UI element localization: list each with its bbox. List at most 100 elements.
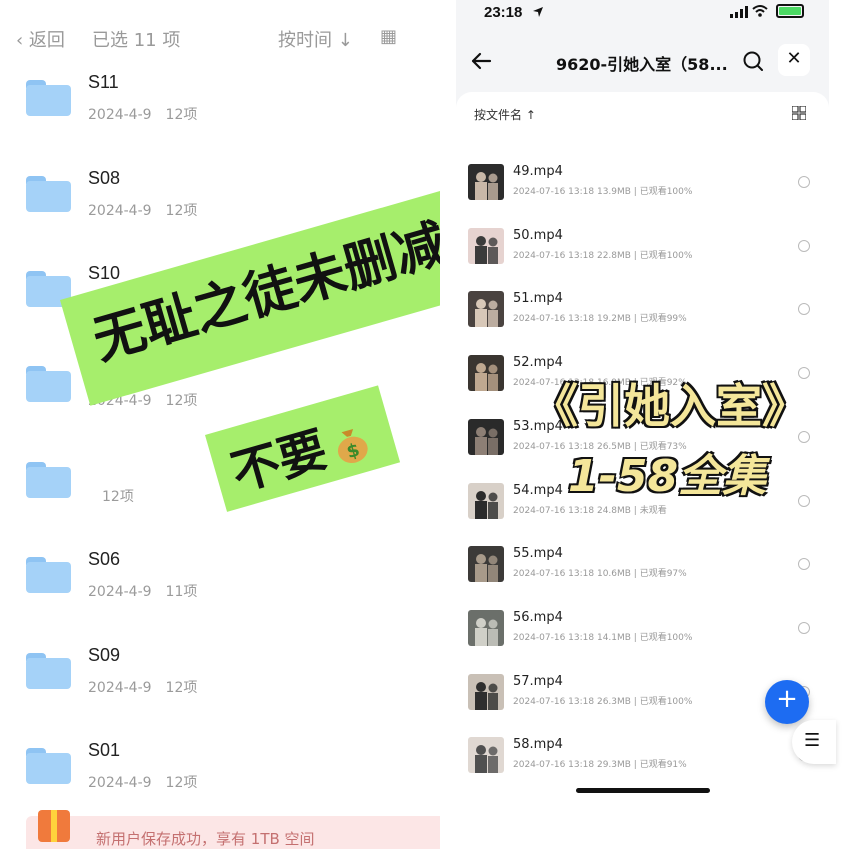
file-name: 57.mp4 — [513, 673, 563, 689]
file-meta: 2024-07-16 13:18 29.3MB | 已观看91% — [513, 760, 687, 771]
folder-count: 12项 — [165, 393, 198, 409]
folder-name: S11 — [88, 72, 119, 92]
folder-row[interactable]: S09 2024-4-9 12项 — [26, 645, 426, 735]
promo-text: 新用户保存成功，享有 1TB 空间 — [96, 830, 315, 848]
status-time: 23:18 — [484, 4, 523, 21]
video-thumbnail — [468, 673, 504, 710]
selected-count: 已选 11 项 — [92, 30, 181, 51]
overlay-title: 《引她入室》 — [532, 379, 808, 433]
select-radio[interactable] — [798, 621, 810, 634]
select-radio[interactable] — [798, 239, 810, 252]
add-button[interactable]: + — [765, 680, 809, 724]
video-thumbnail — [468, 291, 504, 328]
left-top-bar: ‹ 返回 已选 11 项 按时间 ↓ ▦ — [16, 26, 440, 52]
folder-icon — [26, 176, 71, 212]
folder-name: S08 — [88, 168, 121, 188]
folder-count: 11项 — [165, 584, 198, 600]
file-row[interactable]: 56.mp4 2024-07-16 13:18 14.1MB | 已观看100% — [468, 609, 818, 674]
back-label: 返回 — [28, 30, 65, 51]
folder-date: 2024-4-9 — [88, 584, 152, 600]
folder-meta: 2024-4-9 11项 — [88, 581, 211, 601]
select-radio[interactable] — [798, 303, 810, 316]
wifi-icon — [752, 5, 768, 17]
folder-name: S10 — [88, 263, 121, 283]
gift-icon — [38, 810, 70, 842]
folder-name: S01 — [88, 740, 121, 760]
folder-date: 2024-4-9 — [88, 107, 152, 123]
search-icon[interactable] — [742, 50, 764, 72]
folder-icon — [26, 80, 71, 116]
back-link[interactable]: ‹ 返回 — [16, 26, 65, 52]
folder-meta: 2024-4-9 12项 — [88, 200, 211, 220]
folder-meta: 2024-4-9 12项 — [88, 677, 211, 697]
sort-time-label: 按时间 — [278, 30, 332, 51]
folder-meta: 12项 — [88, 486, 148, 506]
video-thumbnail — [468, 482, 504, 519]
location-arrow-icon — [533, 7, 543, 17]
grid-view-icon[interactable] — [792, 106, 806, 120]
video-thumbnail — [468, 546, 504, 583]
file-name: 56.mp4 — [513, 609, 563, 625]
sort-time[interactable]: 按时间 ↓ — [278, 26, 353, 52]
overlay-subtitle: 1-58全集 — [568, 451, 767, 502]
folder-meta: 2024-4-9 12项 — [88, 104, 211, 124]
select-radio[interactable] — [798, 494, 810, 507]
file-name: 52.mp4 — [513, 355, 563, 371]
folder-name: S09 — [88, 645, 121, 665]
video-thumbnail — [468, 418, 504, 455]
folder-row[interactable]: S06 2024-4-9 11项 — [26, 549, 426, 639]
promo-banner[interactable]: 新用户保存成功，享有 1TB 空间 — [26, 810, 440, 849]
folder-count: 12项 — [102, 489, 134, 505]
folder-icon — [26, 462, 71, 498]
folder-icon — [26, 748, 71, 784]
signal-icon — [730, 6, 748, 18]
folder-date: 2024-4-9 — [88, 680, 152, 696]
close-icon: ✕ — [786, 48, 802, 69]
menu-icon: ☰ — [804, 730, 821, 751]
folder-icon — [26, 366, 71, 402]
folder-count: 12项 — [165, 775, 198, 791]
folder-date: 2024-4-9 — [88, 203, 152, 219]
file-name: 54.mp4 — [513, 482, 563, 498]
home-indicator — [576, 788, 710, 793]
file-row[interactable]: 55.mp4 2024-07-16 13:18 10.6MB | 已观看97% — [468, 546, 818, 610]
file-meta: 2024-07-16 13:18 19.2MB | 已观看99% — [513, 314, 687, 325]
file-name: 58.mp4 — [513, 737, 563, 753]
file-meta: 2024-07-16 13:18 26.3MB | 已观看100% — [513, 696, 693, 707]
left-panel: ‹ 返回 已选 11 项 按时间 ↓ ▦ S11 2024-4-9 12项 S08 20… — [0, 0, 440, 849]
folder-count: 12项 — [165, 107, 198, 123]
select-radio[interactable] — [798, 558, 810, 571]
video-thumbnail — [468, 737, 504, 774]
file-row[interactable]: 50.mp4 2024-07-16 13:18 22.8MB | 已观看100% — [468, 227, 818, 292]
status-bar: 23:18 — [456, 0, 829, 28]
plus-icon: + — [776, 684, 798, 714]
file-meta: 2024-07-16 13:18 13.9MB | 已观看100% — [513, 187, 693, 197]
grid-view-icon[interactable]: ▦ — [380, 26, 397, 47]
folder-title: 9620-引她入室（58... — [556, 55, 728, 74]
video-thumbnail — [468, 164, 504, 200]
file-name: 55.mp4 — [513, 546, 563, 562]
file-row[interactable]: 51.mp4 2024-07-16 13:18 19.2MB | 已观看99% — [468, 291, 818, 355]
folder-icon — [26, 653, 71, 689]
file-row[interactable]: 49.mp4 2024-07-16 13:18 13.9MB | 已观看100% — [468, 164, 818, 228]
folder-name: S06 — [88, 549, 121, 569]
file-meta: 2024-07-16 13:18 24.8MB | 未观看 — [513, 505, 667, 516]
folder-row[interactable]: S11 2024-4-9 12项 — [26, 72, 426, 162]
sort-by-filename[interactable]: 按文件名 ↑ — [474, 106, 536, 123]
folder-count: 12项 — [165, 203, 198, 219]
video-thumbnail — [468, 355, 504, 392]
file-meta: 2024-07-16 13:18 10.6MB | 已观看97% — [513, 569, 687, 580]
money-bag-icon: $ — [337, 428, 368, 463]
video-thumbnail — [468, 609, 504, 646]
folder-icon — [26, 557, 71, 593]
folder-meta: 2024-4-9 12项 — [88, 772, 211, 792]
back-arrow-icon[interactable] — [468, 48, 494, 74]
menu-button[interactable]: ☰ — [792, 720, 836, 764]
file-meta: 2024-07-16 13:18 22.8MB | 已观看100% — [513, 250, 693, 261]
nav-bar: 9620-引她入室（58... ✕ — [456, 38, 829, 84]
close-button[interactable]: ✕ — [778, 44, 810, 76]
select-radio[interactable] — [798, 176, 810, 188]
file-name: 49.mp4 — [513, 164, 563, 179]
folder-date: 2024-4-9 — [88, 775, 152, 791]
file-name: 51.mp4 — [513, 291, 563, 307]
